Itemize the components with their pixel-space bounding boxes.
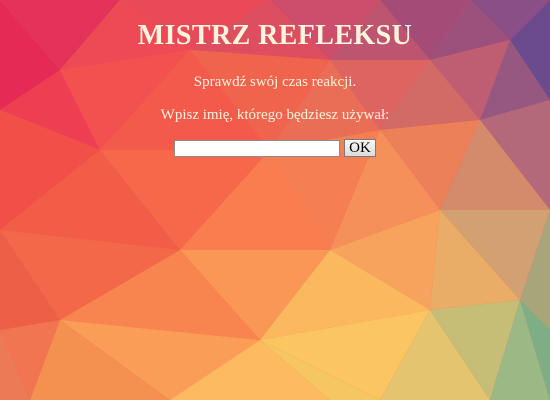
name-input[interactable] (174, 139, 341, 157)
subtitle-text: Sprawdź swój czas reakcji. (193, 74, 357, 90)
start-screen: MISTRZ REFLEKSU Sprawdź swój czas reakcj… (0, 0, 550, 400)
name-form: OK (0, 139, 550, 157)
page-title: MISTRZ REFLEKSU (137, 20, 413, 51)
name-prompt: Wpisz imię, którego będziesz używał: (160, 107, 390, 123)
ok-button[interactable]: OK (344, 139, 376, 157)
